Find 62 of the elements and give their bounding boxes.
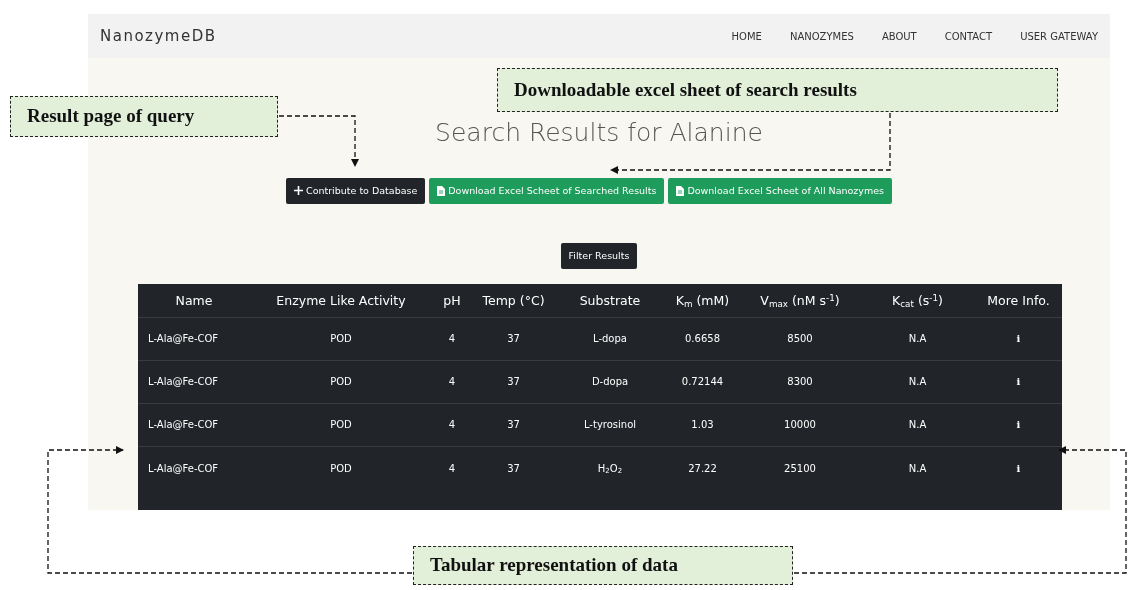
column-header: Enzyme Like Activity — [250, 284, 432, 318]
download-button[interactable]: Download Excel Scheet of Searched Results — [429, 177, 665, 204]
nav-link[interactable]: ABOUT — [881, 28, 917, 44]
table-cell: L-Ala@Fe-COF — [148, 419, 219, 431]
nav-link[interactable]: HOME — [731, 28, 762, 44]
table-cell: N.A — [908, 419, 927, 431]
file-icon — [437, 185, 446, 196]
callout-label: Downloadable excel sheet of search results — [497, 68, 1058, 112]
table-cell: 37 — [507, 376, 520, 388]
table-cell: N.A — [908, 462, 927, 474]
column-header: More Info. — [975, 284, 1062, 318]
table-cell: 37 — [507, 419, 520, 431]
column-header: K$_{cat}$ (s$^{-1}$) — [860, 284, 975, 318]
info-link[interactable]: i — [1016, 419, 1021, 431]
callout-label: Result page of query — [10, 96, 278, 137]
table-cell: 4 — [448, 419, 456, 431]
column-header: Temp (°C) — [472, 284, 555, 318]
table-cell: N.A — [908, 376, 927, 388]
table-cell: H$_{2}$O$_{2}$ — [597, 462, 623, 474]
nav-link[interactable]: NANOZYMES — [789, 28, 854, 44]
table-cell: POD — [330, 419, 352, 431]
column-header: V$_{max}$ (nM s$^{-1}$) — [740, 284, 860, 318]
table-cell: L-Ala@Fe-COF — [148, 462, 219, 474]
file-icon — [676, 185, 685, 196]
table-cell: 27.22 — [688, 462, 717, 474]
info-link[interactable]: i — [1016, 376, 1021, 388]
table-cell: 10000 — [784, 419, 816, 431]
table-cell: L-dopa — [593, 333, 627, 345]
table-cell: 4 — [448, 376, 456, 388]
table-cell: 8500 — [787, 333, 813, 345]
table-cell: 4 — [448, 333, 456, 345]
table-cell: L-Ala@Fe-COF — [148, 333, 219, 345]
table-cell: L-Ala@Fe-COF — [148, 376, 219, 388]
table-cell: POD — [330, 462, 352, 474]
nav-link[interactable]: USER GATEWAY — [1020, 28, 1098, 44]
table-cell: 8300 — [787, 376, 813, 388]
download-button[interactable]: Download Excel Scheet of All Nanozymes — [668, 177, 892, 204]
column-header: Name — [138, 284, 250, 318]
table-cell: POD — [330, 333, 352, 345]
table-cell: L-tyrosinol — [583, 419, 637, 431]
table-cell: 0.6658 — [685, 333, 720, 345]
nav-link[interactable]: CONTACT — [944, 28, 993, 44]
table-cell: N.A — [908, 333, 927, 345]
table-cell: 37 — [507, 462, 520, 474]
contribute-button[interactable]: Contribute to Database — [286, 177, 426, 204]
table-cell: 1.03 — [691, 419, 714, 431]
info-link[interactable]: i — [1016, 333, 1021, 345]
column-header: Substrate — [555, 284, 665, 318]
info-link[interactable]: i — [1016, 462, 1021, 474]
table-cell: 37 — [507, 333, 520, 345]
table-cell: 0.72144 — [681, 376, 724, 388]
table-cell: 4 — [448, 462, 456, 474]
column-header: K$_{m}$ (mM) — [665, 284, 740, 318]
page-title: Search Results for Alanine — [435, 117, 763, 149]
filter-button[interactable]: Filter Results — [560, 242, 638, 269]
table-cell: D-dopa — [591, 376, 629, 388]
brand-logo[interactable]: NanozymeDB — [100, 24, 217, 48]
plus-icon — [294, 186, 303, 196]
column-header: pH — [432, 284, 472, 318]
table-cell: 25100 — [784, 462, 816, 474]
callout-label: Tabular representation of data — [413, 546, 793, 585]
table-cell: POD — [330, 376, 352, 388]
